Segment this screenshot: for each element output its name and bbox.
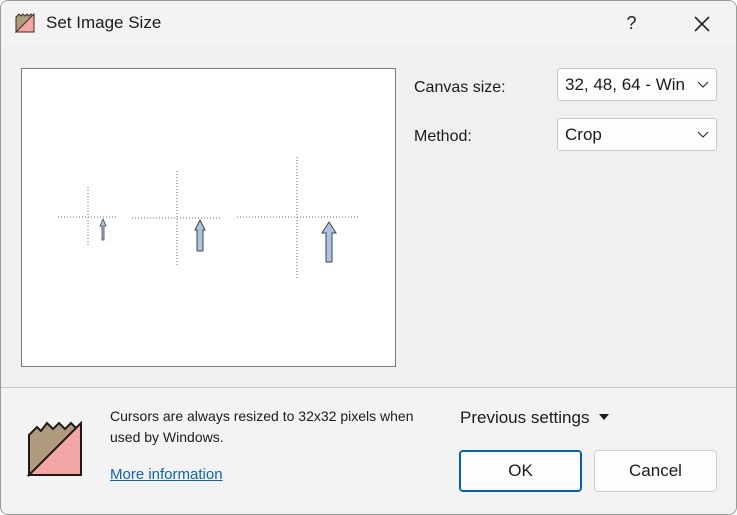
canvas-size-label: Canvas size:	[414, 79, 506, 96]
method-label: Method:	[414, 128, 472, 145]
preview-large	[237, 157, 359, 279]
ok-button[interactable]: OK	[459, 450, 582, 492]
preview-medium	[132, 171, 222, 265]
image-resize-icon	[26, 420, 82, 477]
arrow-cursor-icon	[194, 218, 206, 252]
arrow-cursor-icon	[321, 221, 337, 263]
method-value: Crop	[565, 125, 602, 144]
set-image-size-dialog: Set Image Size ? Canvas size: 32, 48, 64…	[0, 0, 737, 515]
chevron-down-icon	[697, 131, 709, 138]
canvas-size-value: 32, 48, 64 - Win	[565, 75, 686, 94]
cancel-button[interactable]: Cancel	[594, 450, 717, 492]
chevron-down-icon	[696, 77, 710, 91]
cursor-preview	[58, 157, 359, 279]
resize-info-text: Cursors are always resized to 32x32 pixe…	[110, 408, 414, 445]
previous-settings-button[interactable]: Previous settings	[460, 408, 610, 428]
canvas-size-dropdown[interactable]: 32, 48, 64 - Win	[557, 68, 717, 101]
method-dropdown[interactable]: Crop	[557, 118, 717, 151]
title-bar: Set Image Size ?	[1, 1, 736, 46]
more-information-link[interactable]: More information	[110, 466, 223, 483]
close-button[interactable]	[679, 1, 724, 46]
preview-small	[58, 187, 118, 245]
close-icon	[693, 15, 710, 32]
dialog-title: Set Image Size	[46, 13, 162, 32]
arrow-cursor-icon	[99, 217, 107, 241]
size-preview-panel	[21, 68, 396, 367]
previous-settings-label: Previous settings	[460, 408, 590, 427]
dropdown-triangle-icon	[599, 414, 610, 420]
help-button[interactable]: ?	[609, 1, 654, 46]
image-resize-icon	[15, 13, 35, 33]
